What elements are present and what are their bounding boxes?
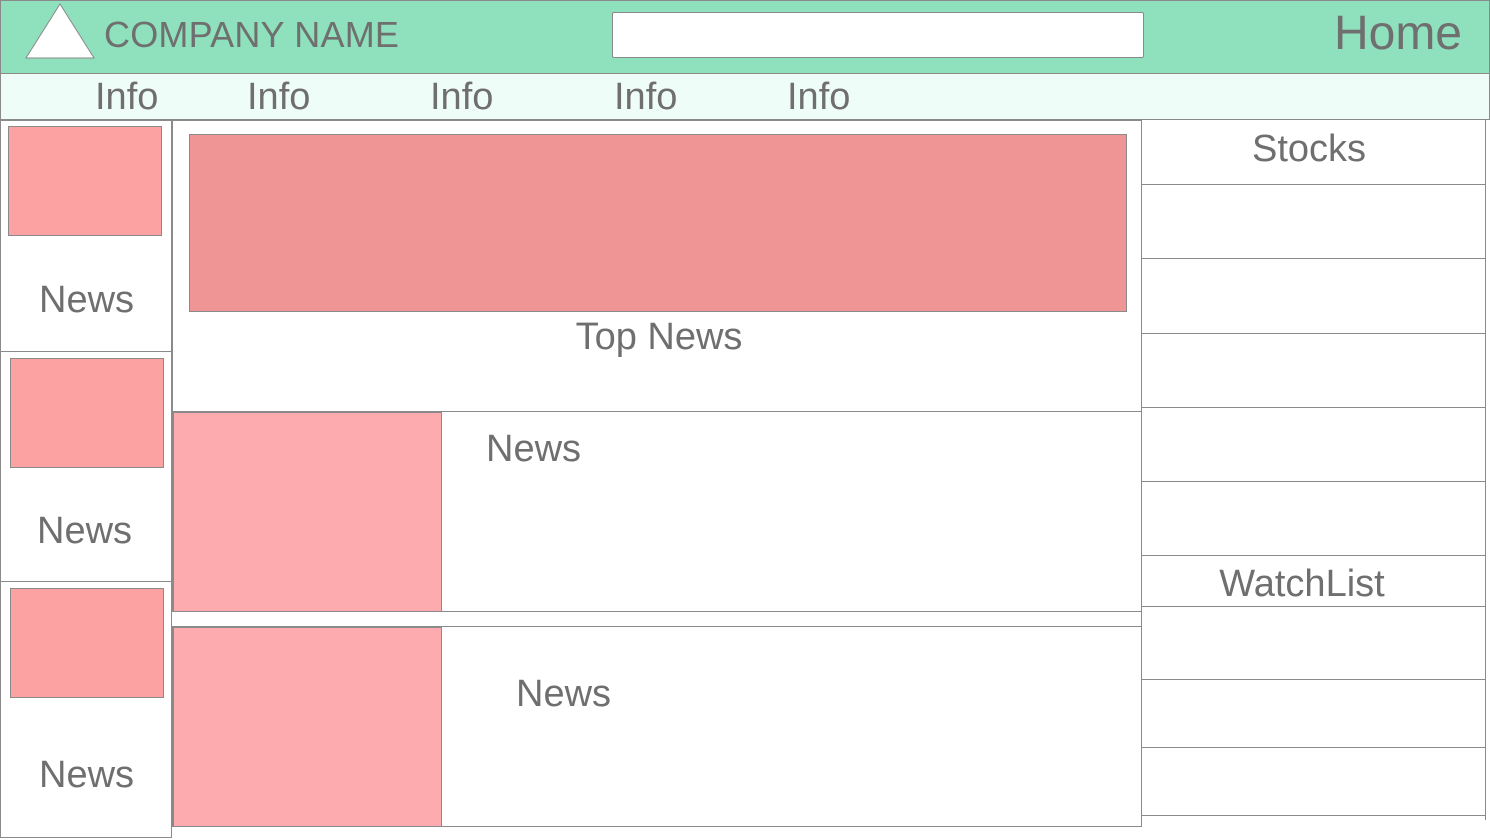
news-row[interactable]: News (172, 626, 1142, 827)
left-news-card[interactable]: News (0, 581, 172, 838)
stock-row-divider (1141, 481, 1486, 482)
stock-row-divider (1141, 555, 1486, 556)
nav-item-info[interactable]: Info (247, 74, 310, 120)
watchlist-row-divider (1141, 679, 1486, 680)
nav-item-info[interactable]: Info (95, 74, 158, 120)
news-headline[interactable]: News (486, 428, 581, 471)
stock-row-divider (1141, 407, 1486, 408)
news-row[interactable]: News (172, 411, 1142, 612)
search-input[interactable] (612, 12, 1144, 58)
watchlist-row-divider (1141, 747, 1486, 748)
nav-item-info[interactable]: Info (614, 74, 677, 120)
nav-bar: Info Info Info Info Info (0, 74, 1490, 120)
company-name: COMPANY NAME (104, 14, 400, 55)
stocks-title: Stocks (1251, 128, 1367, 170)
top-news-image[interactable] (189, 134, 1127, 312)
left-news-card[interactable]: News (0, 351, 172, 582)
news-thumbnail[interactable] (10, 358, 164, 468)
nav-item-info[interactable]: Info (787, 74, 850, 120)
news-thumbnail[interactable] (173, 412, 442, 612)
triangle-logo-icon[interactable] (24, 3, 96, 59)
stocks-sidebar (1141, 120, 1486, 820)
stock-row-divider (1141, 258, 1486, 259)
watchlist-row-divider (1141, 606, 1486, 607)
news-label[interactable]: News (39, 754, 134, 797)
watchlist-row-divider (1141, 815, 1486, 816)
nav-item-info[interactable]: Info (430, 74, 493, 120)
news-label[interactable]: News (37, 510, 132, 553)
stock-row-divider (1141, 333, 1486, 334)
news-thumbnail[interactable] (8, 126, 162, 236)
news-thumbnail[interactable] (173, 627, 442, 827)
top-news-label[interactable]: Top News (0, 316, 1318, 359)
watchlist-title: WatchList (1219, 563, 1385, 605)
home-link[interactable]: Home (1334, 6, 1462, 61)
news-thumbnail[interactable] (10, 588, 164, 698)
news-headline[interactable]: News (516, 673, 611, 716)
stock-row-divider (1141, 184, 1486, 185)
